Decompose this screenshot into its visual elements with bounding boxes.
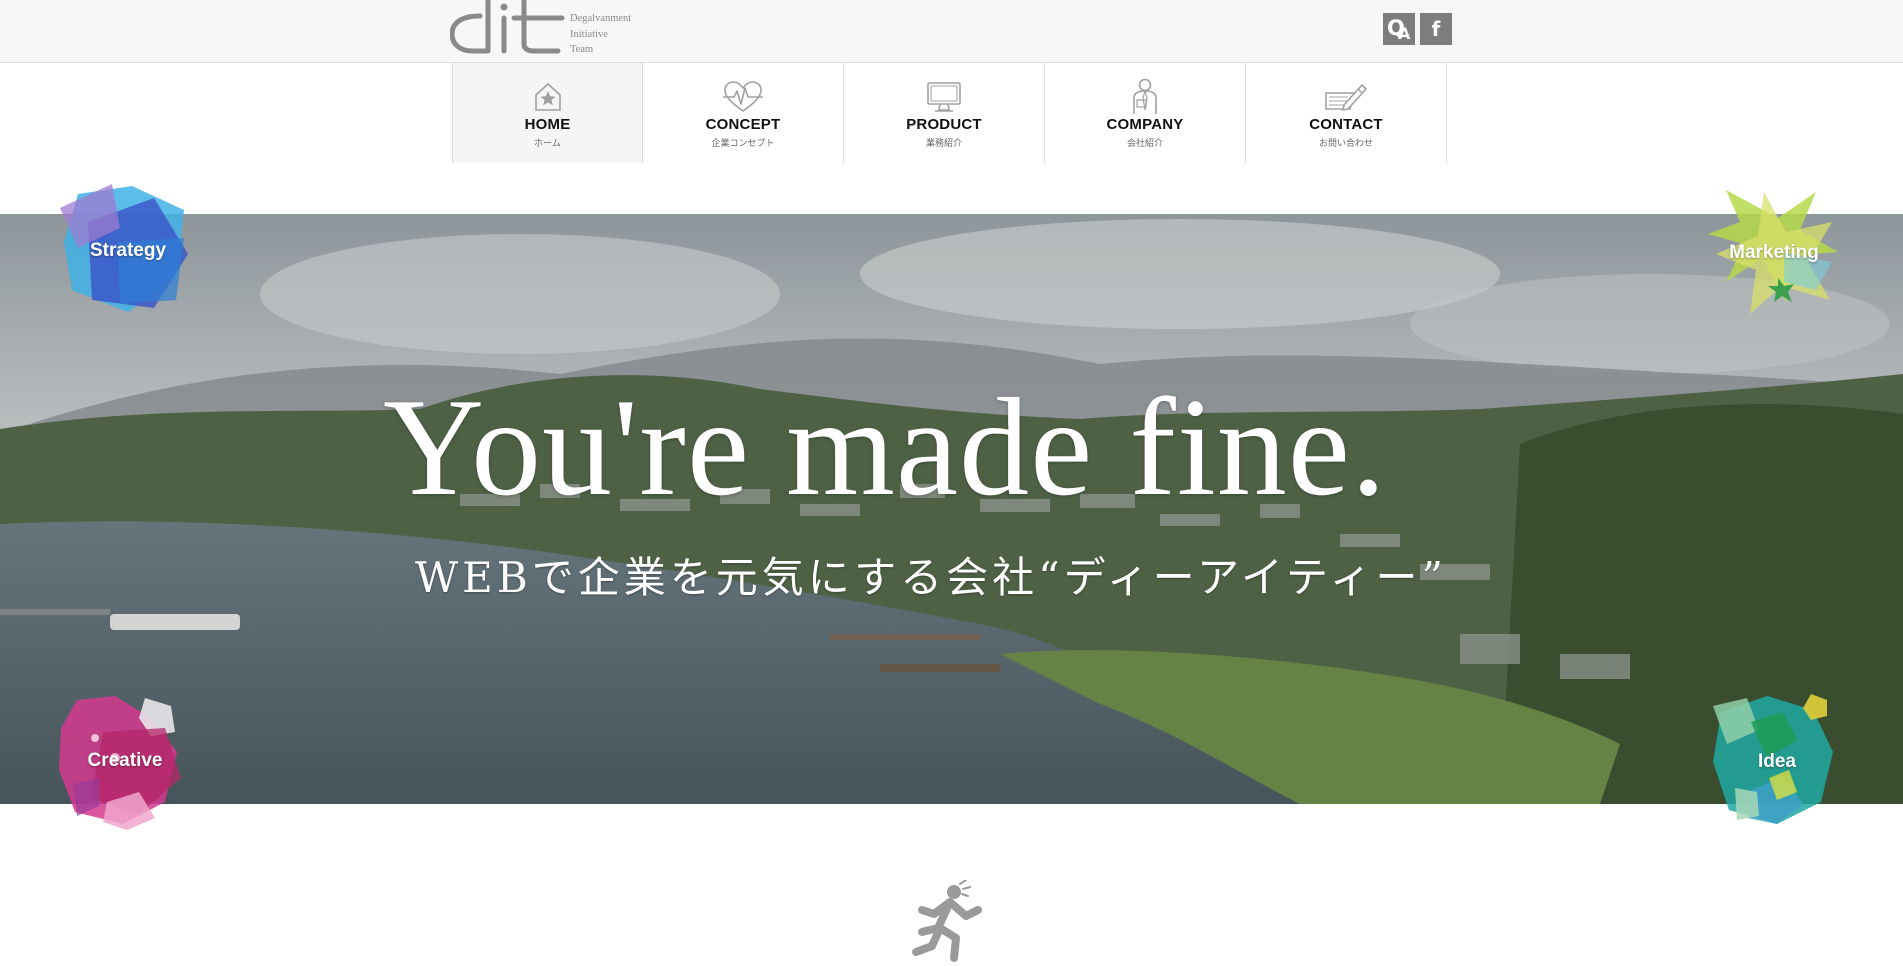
running-person-icon [912,880,982,962]
nav-contact-sub: お問い合わせ [1318,139,1373,149]
pen-letter-icon [1325,84,1367,111]
nav-product-label: PRODUCT [906,116,982,133]
nav-company-sub: 会社紹介 [1126,139,1163,149]
creative-badge[interactable]: Creative [55,692,195,832]
person-icon [1133,78,1157,114]
nav-product-sub: 業務紹介 [925,139,962,149]
idea-badge[interactable]: Idea [1707,692,1847,832]
nav-home-sub: ホーム [534,139,561,149]
idea-label: Idea [1757,751,1797,772]
nav-concept-label: CONCEPT [705,116,781,133]
logo-line: Team [570,44,594,55]
nav-product[interactable]: PRODUCT 業務紹介 [844,63,1045,163]
logo-mark-icon [450,0,565,54]
facebook-button[interactable]: f [1420,13,1452,45]
nav-concept-sub: 企業コンセプト [711,139,775,149]
hero-subtitle: WEBで企業を元気にする会社“ディーアイティー” [415,553,1447,602]
nav-company[interactable]: COMPANY 会社紹介 [1045,63,1246,163]
nav-home[interactable]: HOME ホーム [452,63,643,163]
qa-icon-a: A [1398,24,1411,43]
hero-title: You're made fine. [383,370,1387,525]
qa-button[interactable]: Q A [1383,13,1415,45]
creative-label: Creative [87,750,163,771]
nav-contact-label: CONTACT [1309,116,1383,133]
strategy-badge[interactable]: Strategy [58,182,198,322]
strategy-label: Strategy [89,240,167,261]
top-bar: Degalvanment Initiative Team Q A f [0,0,1903,63]
main-nav: HOME ホーム CONCEPT 企業コンセプト PRODUCT 業務紹介 CO… [452,63,1447,163]
nav-concept[interactable]: CONCEPT 企業コンセプト [643,63,844,163]
home-star-icon [534,82,561,111]
nav-home-label: HOME [524,116,571,133]
heartbeat-icon [723,81,763,112]
nav-company-label: COMPANY [1106,116,1184,133]
logo-line: Degalvanment [570,13,632,24]
site-logo[interactable]: Degalvanment Initiative Team [450,0,650,58]
logo-line: Initiative [570,28,608,40]
logo-tagline: Degalvanment Initiative Team [570,11,631,58]
facebook-icon: f [1431,17,1441,41]
monitor-icon [927,82,961,112]
marketing-label: Marketing [1729,242,1819,263]
marketing-badge[interactable]: Marketing [1704,182,1844,322]
hero-video: You're made fine. WEBで企業を元気にする会社“ディーアイティ… [0,214,1903,804]
nav-contact[interactable]: CONTACT お問い合わせ [1246,63,1447,163]
